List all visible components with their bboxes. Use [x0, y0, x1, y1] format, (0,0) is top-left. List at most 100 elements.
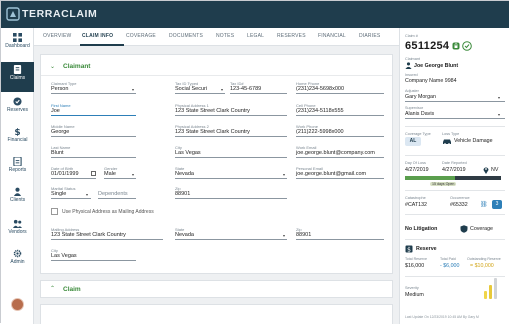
divider	[405, 126, 505, 127]
caret-down-icon[interactable]: ▾	[132, 87, 134, 92]
sidebar-item-admin[interactable]: Admin	[1, 246, 34, 276]
severity-label: Severity	[405, 286, 419, 290]
tab-notes[interactable]: NOTES	[216, 33, 234, 39]
underline	[296, 115, 384, 116]
avatar[interactable]	[11, 298, 24, 311]
marital-status-select[interactable]: Single	[51, 191, 66, 197]
sidebar-item-label: Admin	[10, 259, 25, 265]
sidebar-item-financial[interactable]: $ Financial	[1, 124, 34, 154]
sidebar-item-claims[interactable]: Claims	[1, 62, 34, 92]
tab-bar: OVERVIEW CLAIM INFO COVERAGE DOCUMENTS N…	[34, 28, 428, 46]
occurrence-value: #65332	[450, 202, 468, 208]
middle-name-field[interactable]: George	[51, 129, 69, 135]
caret-down-icon[interactable]: ▾	[283, 233, 285, 238]
claim-card[interactable]: ⌃ Claim	[40, 280, 393, 298]
claimant-card: ⌄ Claimant Claimant Type Person ▾ Tax ID…	[40, 54, 393, 274]
work-phone-field[interactable]: (211)222-5998x000	[296, 129, 344, 135]
work-email-field[interactable]: joe.george.blunt@company.com	[296, 150, 375, 156]
underline	[104, 178, 136, 179]
tax-id-field[interactable]: 123-45-6789	[230, 86, 261, 92]
tab-overview[interactable]: OVERVIEW	[43, 33, 71, 39]
supervisor-select[interactable]: Alanis Davis	[405, 111, 434, 117]
day-of-loss-value: 4/27/2019	[405, 167, 429, 173]
gender-select[interactable]: Male	[104, 171, 116, 177]
location-pin-icon	[483, 167, 489, 174]
caret-down-icon[interactable]: ▾	[86, 192, 88, 197]
last-name-field[interactable]: Blunt	[51, 150, 64, 156]
lock-icon[interactable]	[452, 42, 460, 50]
loss-type-value: Vehicle Damage	[454, 138, 493, 144]
app-window: TERRACLAIM Dashboard Claims Reserves $ F…	[0, 0, 509, 324]
divider	[405, 214, 505, 215]
cell-phone-field[interactable]: (231)234-5118x555	[296, 108, 344, 114]
mailing-city-field[interactable]: Las Vegas	[51, 253, 77, 259]
caret-down-icon[interactable]: ▾	[498, 112, 500, 117]
underline	[175, 198, 287, 199]
first-name-field[interactable]: Joe	[51, 108, 60, 114]
caret-down-icon[interactable]: ▾	[498, 95, 500, 100]
calendar-icon[interactable]	[91, 171, 96, 176]
last-update-text: Last Update On 12/23/2019 10:45 AM By Ga…	[405, 315, 479, 319]
underline	[51, 260, 136, 261]
underline	[296, 157, 384, 158]
tab-reserves[interactable]: RESERVES	[277, 33, 306, 39]
tab-documents[interactable]: DOCUMENTS	[169, 33, 203, 39]
same-address-checkbox[interactable]	[51, 208, 58, 215]
tab-legal[interactable]: LEGAL	[247, 33, 264, 39]
underline	[51, 115, 136, 116]
mailing-zip-field[interactable]: 88901	[296, 232, 311, 238]
caret-down-icon[interactable]: ▾	[132, 172, 134, 177]
dependents-field[interactable]: Dependents	[98, 191, 128, 197]
mailing-state-select[interactable]: Nevada	[175, 232, 194, 238]
tab-diaries[interactable]: DIARIES	[359, 33, 380, 39]
divider	[41, 75, 392, 76]
underline	[51, 198, 91, 199]
home-phone-field[interactable]: (231)234-5698x000	[296, 86, 344, 92]
divider	[405, 155, 505, 156]
tab-financial[interactable]: FINANCIAL	[318, 33, 346, 39]
person-icon	[405, 62, 412, 69]
check-circle-icon[interactable]	[462, 41, 472, 51]
sidebar-item-reports[interactable]: Reports	[1, 154, 34, 184]
claim-number: 6511254	[405, 40, 450, 52]
underline	[405, 118, 505, 119]
sidebar-item-label: Vendors	[8, 229, 27, 235]
tab-coverage[interactable]: COVERAGE	[126, 33, 156, 39]
city-field[interactable]: Las Vegas	[175, 150, 201, 156]
reserves-icon	[13, 97, 22, 106]
zip-field[interactable]: 88901	[175, 191, 190, 197]
chevron-up-icon[interactable]: ⌃	[50, 285, 55, 292]
date-of-birth-field[interactable]: 01/01/1999	[51, 171, 79, 177]
total-reserve-value: $16,000	[405, 263, 425, 269]
physical-address-2-field[interactable]: 123 State Street Clark Country	[175, 129, 250, 135]
divider	[405, 276, 505, 277]
caret-down-icon[interactable]: ▾	[283, 172, 285, 177]
sidebar-item-clients[interactable]: Clients	[1, 184, 34, 214]
state-select[interactable]: Nevada	[175, 171, 194, 177]
reserve-title: Reserve	[416, 246, 437, 252]
supervisor-label: Supervisor	[405, 106, 424, 110]
personal-email-field[interactable]: joe.george.blunt@gmail.com	[296, 171, 366, 177]
tax-id-type-select[interactable]: Social Securi	[175, 86, 207, 92]
coverage-link[interactable]: Coverage	[470, 226, 493, 232]
underline	[51, 178, 96, 179]
chevron-down-icon[interactable]: ⌄	[50, 63, 55, 70]
link-icon[interactable]: ⛓	[480, 201, 488, 208]
adjuster-select[interactable]: Gary Morgan	[405, 94, 436, 100]
claimant-type-select[interactable]: Person	[51, 86, 68, 92]
vendors-icon	[13, 219, 22, 228]
reports-icon	[13, 157, 22, 166]
coverage-type-label: Coverage Type	[405, 132, 431, 136]
tab-claim-info[interactable]: CLAIM INFO	[82, 33, 113, 39]
caret-down-icon[interactable]: ▾	[221, 87, 223, 92]
days-open-progress	[405, 176, 455, 180]
underline	[230, 93, 287, 94]
sidebar-item-vendors[interactable]: Vendors	[1, 216, 34, 246]
section-title-claim: Claim	[63, 286, 81, 293]
sidebar-item-reserves[interactable]: Reserves	[1, 94, 34, 124]
underline	[51, 136, 136, 137]
sidebar-item-dashboard[interactable]: Dashboard	[1, 30, 34, 60]
date-reported-value: 4/27/2019	[442, 167, 466, 173]
physical-address-1-field[interactable]: 123 State Street Clark Country	[175, 108, 250, 114]
mailing-address-field[interactable]: 123 State Street Clark Country	[51, 232, 126, 238]
